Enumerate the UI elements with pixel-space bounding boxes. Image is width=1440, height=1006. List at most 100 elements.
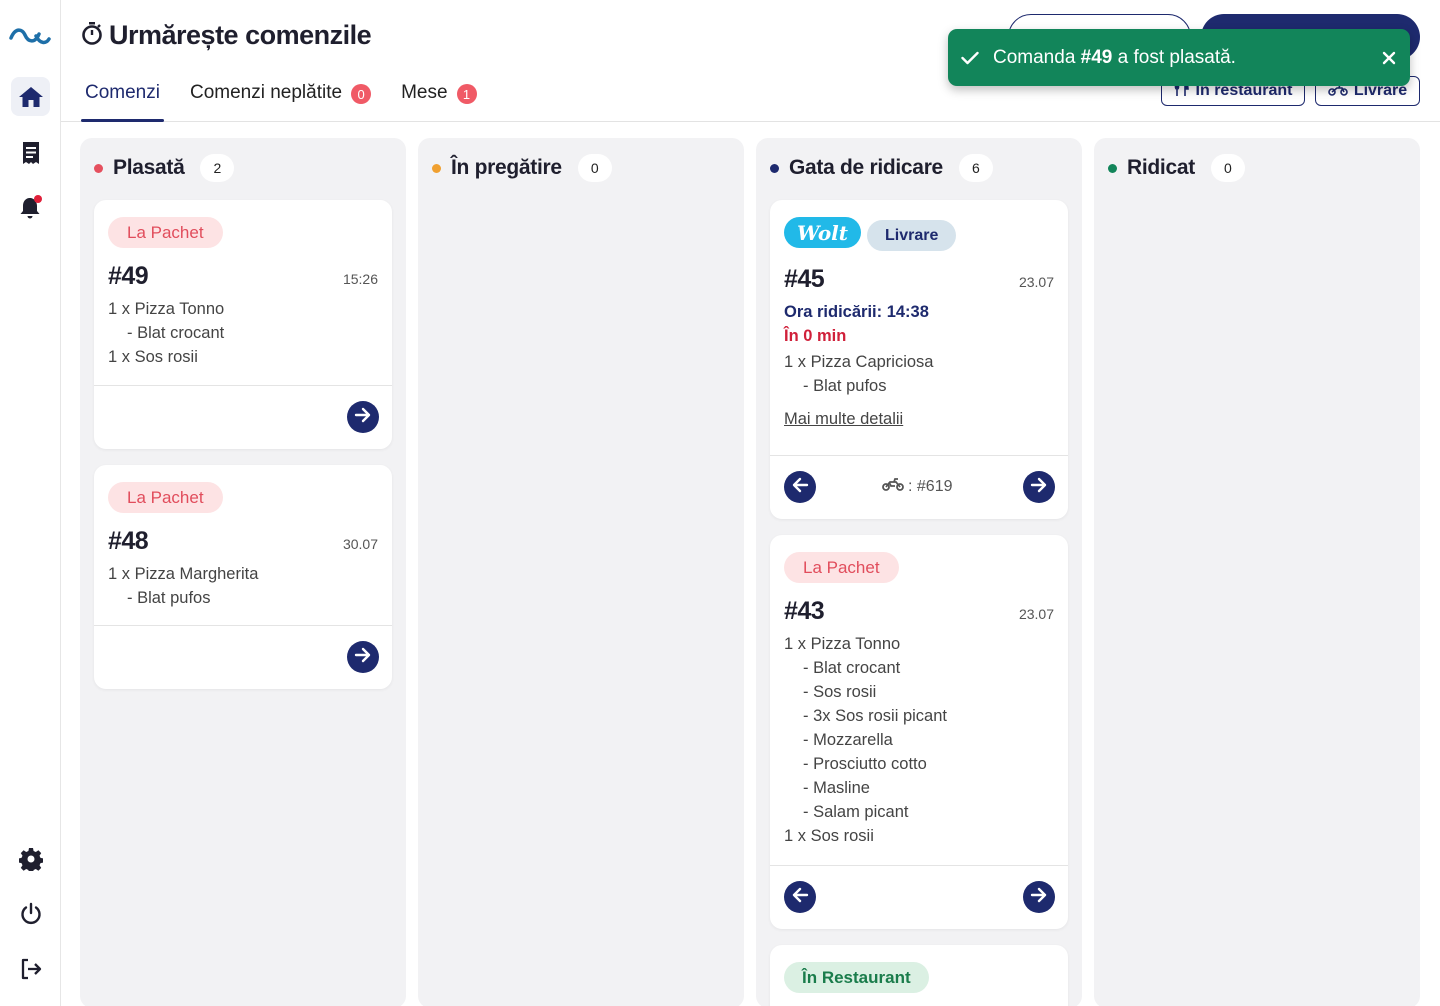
column-in-preparation: În pregătire 0 <box>418 138 744 1006</box>
order-line: - 3x Sos rosii picant <box>803 707 947 725</box>
app-logo[interactable] <box>9 22 51 55</box>
order-type-tag: În Restaurant <box>784 962 929 993</box>
page-title: Urmărește comenzile <box>109 20 372 50</box>
status-dot <box>432 163 441 173</box>
tab-tables[interactable]: Mese 1 <box>397 80 480 122</box>
power-icon <box>19 902 43 926</box>
order-line: - Blat crocant <box>127 324 225 342</box>
card-footer <box>94 385 392 449</box>
order-type-tag: La Pachet <box>108 217 223 248</box>
orders-nav-button[interactable] <box>11 133 50 172</box>
home-nav-button[interactable] <box>11 77 50 116</box>
column-count: 6 <box>958 154 993 182</box>
order-type-tag: Livrare <box>867 220 957 251</box>
order-line: 1 x Sos rosii <box>784 827 874 845</box>
column-header: Gata de ridicare 6 <box>770 154 993 182</box>
order-number: #49 <box>108 262 149 290</box>
column-count: 2 <box>200 154 235 182</box>
order-number: #48 <box>108 527 149 555</box>
order-line: 1 x Pizza Capriciosa <box>784 353 934 371</box>
order-card-48[interactable]: La Pachet #48 30.07 1 x Pizza Margherita… <box>94 465 392 689</box>
order-number: #43 <box>784 597 825 625</box>
column-header: În pregătire 0 <box>432 154 612 182</box>
order-card-43[interactable]: La Pachet #43 23.07 1 x Pizza Tonno - Bl… <box>770 535 1068 929</box>
order-line: - Masline <box>803 779 870 797</box>
column-count: 0 <box>577 154 612 182</box>
column-ready-for-pickup: Gata de ridicare 6 Wolt Livrare #45 23.07… <box>756 138 1082 1006</box>
advance-order-button[interactable] <box>1023 471 1055 503</box>
tab-label: Mese <box>401 82 448 103</box>
arrow-right-icon <box>354 647 372 668</box>
order-line: 1 x Pizza Tonno <box>108 300 225 318</box>
order-type-tag: La Pachet <box>108 482 223 513</box>
settings-nav-button[interactable] <box>11 839 50 878</box>
column-placed: Plasată 2 La Pachet #49 15:26 1 x Pizza … <box>80 138 406 1006</box>
notifications-nav-button[interactable] <box>11 188 50 227</box>
order-time: 15:26 <box>342 271 378 287</box>
home-icon <box>18 85 44 109</box>
order-card-49[interactable]: La Pachet #49 15:26 1 x Pizza Tonno - Bl… <box>94 200 392 449</box>
column-header: Ridicat 0 <box>1108 154 1245 182</box>
order-card-partial[interactable]: În Restaurant <box>770 945 1068 1006</box>
toast-prefix: Comanda <box>993 46 1081 68</box>
pickup-time: Ora ridicării: 14:38 <box>784 303 929 321</box>
arrow-left-icon <box>791 477 809 498</box>
column-title: Ridicat <box>1127 156 1195 179</box>
column-header: Plasată 2 <box>94 154 235 182</box>
order-line: - Sos rosii <box>803 683 877 701</box>
status-dot <box>94 163 103 173</box>
close-icon[interactable] <box>1382 51 1396 65</box>
arrow-right-icon <box>354 407 372 428</box>
status-dot <box>770 163 779 173</box>
toast-order-number: #49 <box>1080 46 1113 68</box>
column-picked-up: Ridicat 0 <box>1094 138 1420 1006</box>
wolt-brand-tag: Wolt <box>784 217 862 248</box>
more-details-link[interactable]: Mai multe detalii <box>784 410 903 429</box>
order-number: #45 <box>784 265 825 293</box>
order-line: 1 x Sos rosii <box>108 348 198 366</box>
order-line: - Blat pufos <box>803 377 887 395</box>
order-time: 23.07 <box>1018 606 1054 622</box>
advance-order-button[interactable] <box>1023 881 1055 913</box>
tabs: Comenzi Comenzi neplătite 0 Mese 1 <box>81 80 503 122</box>
order-type-tag: La Pachet <box>784 552 899 583</box>
revert-order-button[interactable] <box>784 881 816 913</box>
column-title: Plasată <box>113 156 185 179</box>
advance-order-button[interactable] <box>347 641 379 673</box>
check-icon <box>961 51 979 65</box>
toast-message: Comanda #49 a fost plasată. <box>993 47 1382 69</box>
stopwatch-icon <box>81 21 103 50</box>
tab-label: Comenzi <box>85 82 160 103</box>
success-toast: Comanda #49 a fost plasată. <box>948 29 1410 86</box>
tab-orders[interactable]: Comenzi <box>81 80 164 122</box>
logout-nav-button[interactable] <box>11 949 50 988</box>
advance-order-button[interactable] <box>347 401 379 433</box>
status-dot <box>1108 163 1117 173</box>
order-line: - Blat pufos <box>127 589 211 607</box>
page-title-wrap: Urmărește comenzile <box>81 20 372 51</box>
tab-label: Comenzi neplătite <box>189 82 343 103</box>
column-title: În pregătire <box>451 156 562 179</box>
order-card-45[interactable]: Wolt Livrare #45 23.07 Ora ridicării: 14:… <box>770 200 1068 519</box>
motorbike-icon <box>882 477 904 496</box>
arrow-right-icon <box>1030 477 1048 498</box>
card-footer: : #619 <box>770 455 1068 519</box>
order-line: - Blat crocant <box>803 659 901 677</box>
tab-unpaid-orders[interactable]: Comenzi neplătite 0 <box>186 80 375 122</box>
gear-icon <box>18 847 43 871</box>
order-time: 30.07 <box>342 536 378 552</box>
order-line: - Salam picant <box>803 803 909 821</box>
pickup-eta: În 0 min <box>784 327 847 345</box>
revert-order-button[interactable] <box>784 471 816 503</box>
card-footer <box>770 865 1068 929</box>
order-line: - Mozzarella <box>803 731 893 749</box>
courier-id: : #619 <box>908 477 953 495</box>
order-time: 23.07 <box>1018 274 1054 290</box>
column-title: Gata de ridicare <box>789 156 943 179</box>
count-badge: 0 <box>351 84 372 104</box>
column-count: 0 <box>1210 154 1245 182</box>
order-line: 1 x Pizza Tonno <box>784 635 901 653</box>
power-nav-button[interactable] <box>11 894 50 933</box>
order-line: - Prosciutto cotto <box>803 755 927 773</box>
arrow-right-icon <box>1030 887 1048 908</box>
